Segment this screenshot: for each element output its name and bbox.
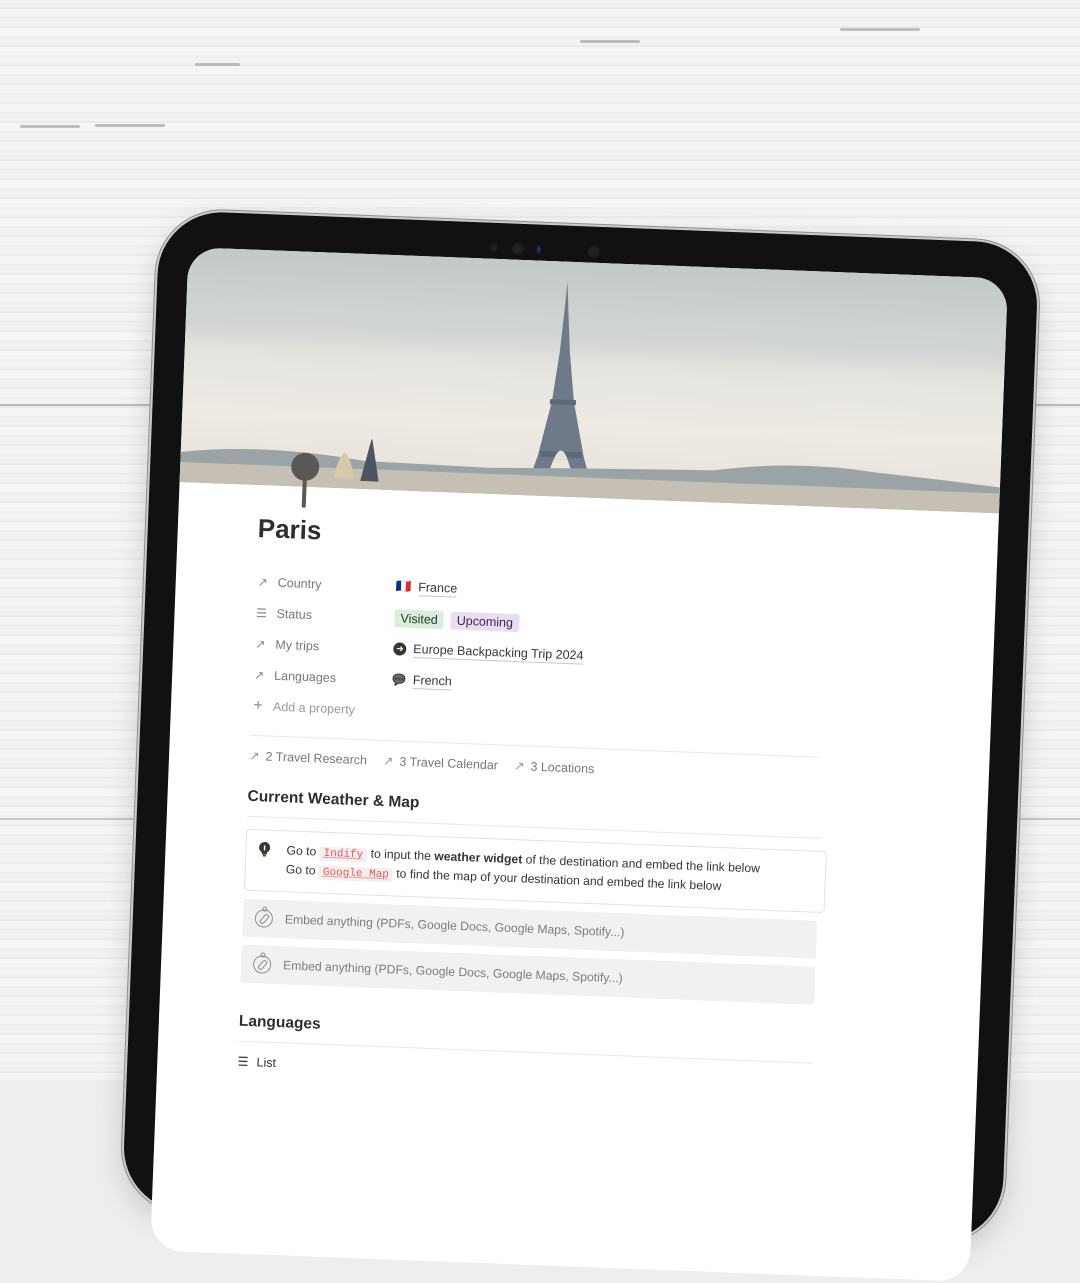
indify-inline-code[interactable]: Indify xyxy=(319,846,368,863)
list-icon: ☰ xyxy=(237,1054,249,1070)
speech-bubble-icon: 💬 xyxy=(391,674,407,687)
property-name: Country xyxy=(277,575,322,591)
relation-arrow-icon: ↗ xyxy=(513,758,525,773)
relation-arrow-icon: ↗ xyxy=(257,574,269,589)
status-tag-upcoming[interactable]: Upcoming xyxy=(450,610,520,632)
heading-languages[interactable]: Languages xyxy=(239,1013,979,1059)
camera-icon xyxy=(586,244,601,259)
wood-chip xyxy=(95,124,165,127)
france-flag-icon: 🇫🇷 xyxy=(395,579,412,594)
wood-chip xyxy=(20,125,80,128)
backlink-travel-research[interactable]: ↗ 2 Travel Research xyxy=(249,747,367,767)
callout-text-segment: to input the xyxy=(366,846,435,864)
relation-arrow-icon: ↗ xyxy=(253,667,265,682)
notion-page: Paris ↗ Country 🇫🇷 France ☰ Status Visited … xyxy=(150,247,1008,1282)
backlink-label: 2 Travel Research xyxy=(265,748,368,767)
property-name: Status xyxy=(276,606,313,622)
property-name: My trips xyxy=(275,637,320,653)
backlink-travel-calendar[interactable]: ↗ 3 Travel Calendar xyxy=(383,752,499,771)
wood-chip xyxy=(580,40,640,43)
property-value-country[interactable]: France xyxy=(417,579,458,598)
lightbulb-icon xyxy=(257,841,274,880)
list-icon: ☰ xyxy=(255,605,268,620)
view-tab-label: List xyxy=(256,1054,277,1070)
camera-bar xyxy=(488,241,601,259)
embed-placeholder: Embed anything (PDFs, Google Docs, Googl… xyxy=(284,912,625,940)
relation-arrow-icon: ↗ xyxy=(255,636,266,651)
page-title[interactable]: Paris xyxy=(257,513,998,572)
property-value-language[interactable]: French xyxy=(412,672,453,691)
relation-arrow-icon: ↗ xyxy=(248,748,260,763)
embed-placeholder: Embed anything (PDFs, Google Docs, Googl… xyxy=(282,958,623,986)
property-value-trip[interactable]: Europe Backpacking Trip 2024 xyxy=(413,641,584,665)
backlink-label: 3 Locations xyxy=(530,759,595,776)
callout-block[interactable]: Go to Indify to input the weather widget… xyxy=(243,828,827,914)
page-content: Paris ↗ Country 🇫🇷 France ☰ Status Visited … xyxy=(157,482,999,1097)
callout-text-segment: Go to xyxy=(286,843,320,859)
property-name: Languages xyxy=(273,668,337,685)
heading-weather-map[interactable]: Current Weather & Map xyxy=(247,788,987,834)
compass-icon xyxy=(254,909,274,928)
backlink-locations[interactable]: ↗ 3 Locations xyxy=(514,758,595,776)
google-map-inline-code[interactable]: Google Map xyxy=(318,865,394,883)
tablet-device: Paris ↗ Country 🇫🇷 France ☰ Status Visited … xyxy=(121,210,1040,1282)
wood-chip xyxy=(195,63,240,66)
camera-icon xyxy=(488,242,499,254)
callout-text-segment: Go to xyxy=(285,862,320,878)
callout-text: Go to Indify to input the weather widget… xyxy=(285,842,761,898)
wood-chip xyxy=(840,28,920,31)
callout-bold-text: weather widget xyxy=(434,849,523,867)
status-tag-visited[interactable]: Visited xyxy=(394,608,445,629)
properties-list: ↗ Country 🇫🇷 France ☰ Status Visited Upcomi… xyxy=(250,566,995,749)
plus-icon: + xyxy=(253,696,264,714)
relation-arrow-icon: ↗ xyxy=(382,753,394,768)
compass-icon xyxy=(252,955,272,974)
arrow-circle-icon: ➜ xyxy=(393,642,407,656)
camera-icon xyxy=(510,241,526,257)
view-tab-list[interactable]: ☰ List xyxy=(237,1054,977,1097)
add-property-label: Add a property xyxy=(272,699,356,717)
backlink-label: 3 Travel Calendar xyxy=(399,754,499,772)
indicator-light-icon xyxy=(536,245,541,254)
